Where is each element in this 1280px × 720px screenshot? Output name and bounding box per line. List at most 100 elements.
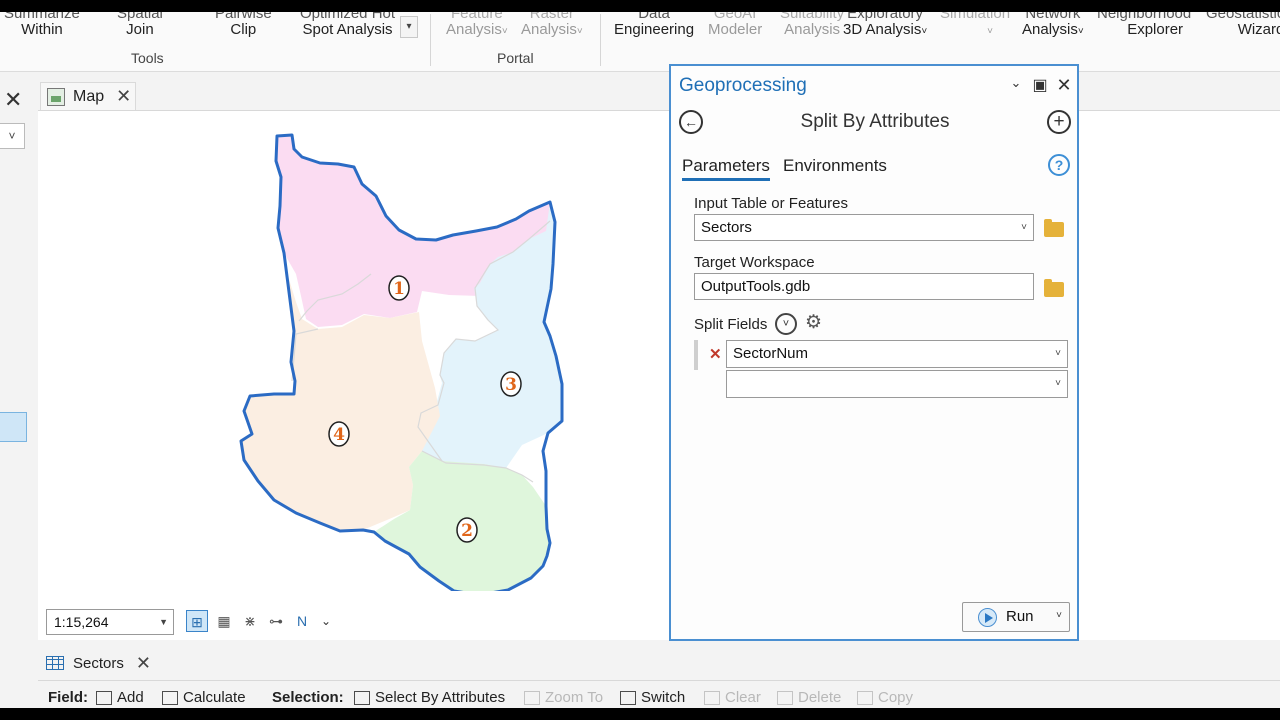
run-button[interactable]: Run ˅: [962, 602, 1070, 632]
copy-button[interactable]: Copy: [857, 689, 913, 706]
feature-analysis-button[interactable]: Feature Analysis˅: [446, 12, 508, 40]
data-engineering-button[interactable]: Data Engineering: [614, 12, 694, 38]
raster-analysis-button[interactable]: Raster Analysis˅: [521, 12, 583, 40]
suitability-analysis-button[interactable]: Suitability Analysis: [780, 12, 844, 38]
selected-layer-row[interactable]: [0, 412, 27, 442]
contents-pane-edge: ✕ ˅: [0, 80, 30, 640]
scale-value: 1:15,264: [54, 614, 109, 630]
browse-folder-icon[interactable]: [1044, 279, 1064, 297]
exploratory-3d-analysis-button[interactable]: Exploratory 3D Analysis˅: [843, 12, 927, 40]
neighborhood-explorer-button[interactable]: Neighborhood Explorer: [1097, 12, 1191, 38]
raster-analysis-label: Analysis: [521, 21, 577, 38]
chevron-down-icon: ▼: [159, 617, 168, 627]
fixed-zoom-icon[interactable]: ⊞: [186, 610, 208, 632]
tab-sectors-label: Sectors: [73, 654, 124, 672]
target-workspace-label: Target Workspace: [694, 254, 815, 271]
pane-title: Geoprocessing: [679, 75, 807, 96]
switch-icon: [620, 690, 636, 705]
tool-title: Split By Attributes: [800, 111, 950, 132]
measure-icon[interactable]: ⊶: [265, 610, 287, 632]
simulation-label-top: Simulation: [940, 12, 1011, 22]
close-icon[interactable]: ✕: [4, 89, 26, 112]
ribbon-separator: [600, 14, 601, 66]
split-field-1-value: SectorNum: [733, 345, 809, 362]
input-features-select[interactable]: Sectors ˅: [694, 214, 1034, 241]
tab-sectors-table[interactable]: Sectors ✕: [40, 648, 156, 678]
geoai-modeler-button[interactable]: GeoAI Modeler: [708, 12, 762, 38]
north-arrow-icon[interactable]: N: [291, 610, 313, 632]
delete-button[interactable]: Delete: [777, 689, 841, 706]
sector-label-2: 2: [456, 517, 478, 543]
calculate-field-button[interactable]: Calculate: [162, 689, 246, 706]
maximize-icon[interactable]: ▣: [1031, 75, 1049, 95]
delete-icon: [777, 690, 793, 705]
chevron-down-icon: ˅: [1055, 348, 1061, 359]
neighborhood-explorer-label: Explorer: [1127, 21, 1184, 38]
input-features-label: Input Table or Features: [694, 195, 848, 212]
network-analysis-button[interactable]: Network Analysis˅: [1022, 12, 1084, 40]
sector-map: 1 2 3 4: [239, 133, 564, 591]
geoprocessing-pane: Geoprocessing ⌄ ▣ ✕ ← Split By Attribute…: [669, 64, 1079, 641]
remove-icon[interactable]: ✕: [709, 345, 722, 363]
clear-selection-button[interactable]: Clear: [704, 689, 761, 706]
geostatistical-wizard-label: Wizard: [1237, 21, 1280, 38]
exploratory-3d-label: 3D Analysis: [843, 21, 922, 38]
spatial-join-button[interactable]: Spatial Join: [117, 12, 163, 38]
gallery-more-button[interactable]: ▾: [400, 16, 418, 38]
map-status-bar: 1:15,264 ▼ ⊞ ▦ ⋇ ⊶ N ⌄: [38, 604, 1280, 640]
snapping-icon[interactable]: ⋇: [239, 610, 261, 632]
switch-selection-button[interactable]: Switch: [620, 689, 685, 706]
zoom-to-button[interactable]: Zoom To: [524, 689, 603, 706]
pairwise-clip-button[interactable]: Pairwise Clip: [215, 12, 272, 38]
tab-environments[interactable]: Environments: [783, 156, 887, 176]
row-drag-handle[interactable]: [694, 340, 698, 370]
browse-folder-icon[interactable]: [1044, 219, 1064, 237]
svg-text:3: 3: [505, 375, 517, 395]
add-field-button[interactable]: Add: [96, 689, 144, 706]
run-label: Run: [1006, 608, 1034, 625]
add-field-icon: [96, 690, 112, 705]
suitability-analysis-label: Analysis: [784, 21, 841, 38]
pairwise-clip-label: Clip: [230, 21, 257, 38]
network-analysis-label: Analysis: [1022, 21, 1078, 38]
run-icon: [978, 608, 997, 627]
map-icon: [47, 87, 65, 106]
chevron-down-icon[interactable]: ˅: [0, 123, 25, 149]
chevron-down-icon[interactable]: ˅: [775, 313, 797, 335]
target-workspace-input[interactable]: OutputTools.gdb: [694, 273, 1034, 300]
portal-group-label: Portal: [497, 50, 534, 66]
chevron-down-icon[interactable]: ⌄: [315, 610, 337, 632]
select-by-attributes-icon: [354, 690, 370, 705]
svg-text:4: 4: [333, 425, 345, 445]
grid-icon[interactable]: ▦: [213, 610, 235, 632]
close-icon[interactable]: ✕: [1055, 75, 1073, 96]
split-field-select-1[interactable]: SectorNum ˅: [726, 340, 1068, 368]
chevron-down-icon[interactable]: ⌄: [1007, 75, 1025, 91]
summarize-within-button[interactable]: Summarize Within: [4, 12, 80, 38]
simulation-button[interactable]: Simulation ˅: [940, 12, 1010, 40]
clear-label: Clear: [725, 689, 761, 706]
spatial-join-label: Join: [126, 21, 154, 38]
scale-selector[interactable]: 1:15,264 ▼: [46, 609, 174, 635]
svg-text:1: 1: [393, 279, 405, 299]
tab-map[interactable]: Map ✕: [40, 82, 136, 110]
add-icon[interactable]: +: [1047, 110, 1071, 134]
close-icon[interactable]: ✕: [116, 86, 131, 107]
split-field-select-2[interactable]: ˅: [726, 370, 1068, 398]
input-features-value: Sectors: [701, 219, 752, 236]
close-icon[interactable]: ✕: [136, 653, 151, 674]
map-view[interactable]: 1 2 3 4: [38, 110, 1280, 640]
gear-icon[interactable]: ⚙: [805, 311, 822, 334]
sector-label-4: 4: [328, 421, 350, 447]
clear-icon: [704, 690, 720, 705]
svg-text:2: 2: [461, 521, 473, 541]
geostatistical-wizard-button[interactable]: Geostatistical Wizard: [1206, 12, 1280, 38]
sector-label-1: 1: [388, 275, 410, 301]
select-by-attributes-button[interactable]: Select By Attributes: [354, 689, 505, 706]
optimized-hot-spot-button[interactable]: Optimized Hot Spot Analysis: [300, 12, 395, 38]
help-icon[interactable]: ?: [1048, 154, 1070, 176]
calculate-label: Calculate: [183, 689, 246, 706]
add-field-label: Add: [117, 689, 144, 706]
split-fields-label: Split Fields: [694, 316, 768, 333]
tab-parameters[interactable]: Parameters: [682, 156, 770, 181]
